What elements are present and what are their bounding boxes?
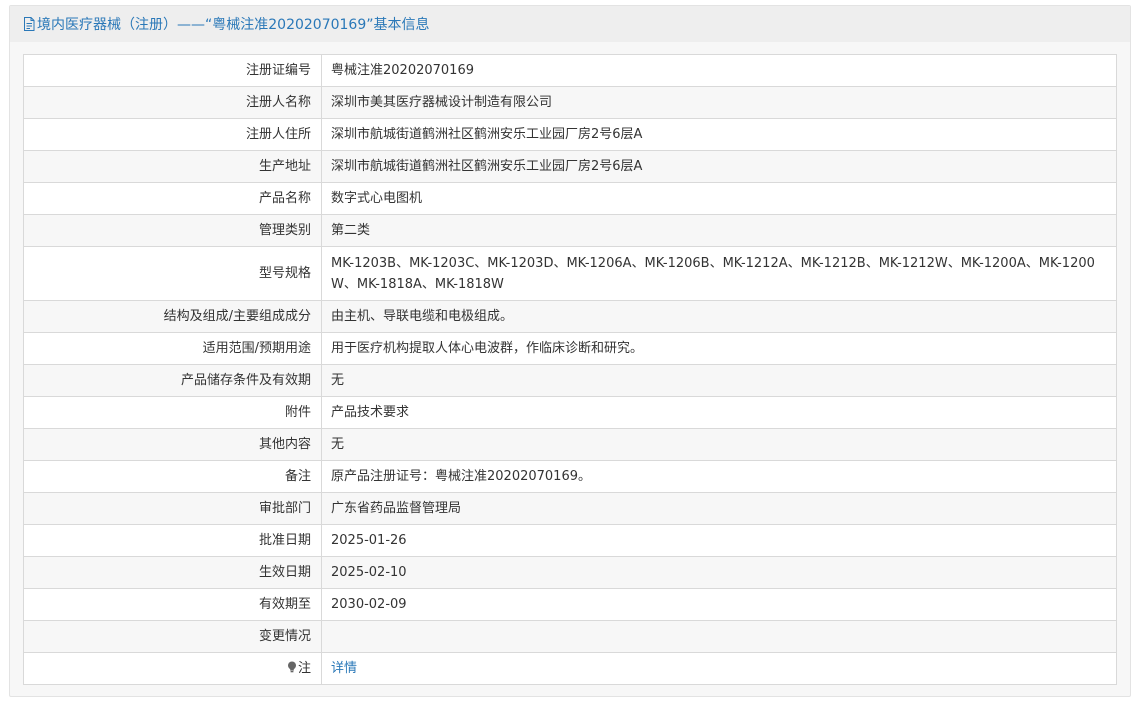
row-label: 生效日期 (23, 556, 322, 589)
table-row: 型号规格 MK-1203B、MK-1203C、MK-1203D、MK-1206A… (23, 246, 1117, 301)
row-value: 产品技术要求 (321, 396, 1117, 429)
table-row: 注册证编号 粤械注准20202070169 (23, 54, 1117, 87)
row-value: 深圳市航城街道鹤洲社区鹤洲安乐工业园厂房2号6层A (321, 150, 1117, 183)
row-label: 有效期至 (23, 588, 322, 621)
row-value: 用于医疗机构提取人体心电波群，作临床诊断和研究。 (321, 332, 1117, 365)
row-label: 产品名称 (23, 182, 322, 215)
table-row-note: 注 详情 (23, 652, 1117, 685)
page-title: 境内医疗器械（注册）——“粤械注准20202070169”基本信息 (37, 17, 430, 33)
row-label: 注册人名称 (23, 86, 322, 119)
row-value: 无 (321, 364, 1117, 397)
row-label: 审批部门 (23, 492, 322, 525)
table-row: 生效日期 2025-02-10 (23, 556, 1117, 589)
note-label-cell: 注 (23, 652, 322, 685)
row-value: 原产品注册证号：粤械注准20202070169。 (321, 460, 1117, 493)
table-row: 管理类别 第二类 (23, 214, 1117, 247)
row-label: 生产地址 (23, 150, 322, 183)
row-value: 2030-02-09 (321, 588, 1117, 621)
document-icon (23, 17, 35, 31)
row-value (321, 620, 1117, 653)
table-row: 产品储存条件及有效期 无 (23, 364, 1117, 397)
panel-header: 境内医疗器械（注册）——“粤械注准20202070169”基本信息 (10, 6, 1130, 42)
row-label: 附件 (23, 396, 322, 429)
table-row: 备注 原产品注册证号：粤械注准20202070169。 (23, 460, 1117, 493)
row-label: 其他内容 (23, 428, 322, 461)
info-panel: 境内医疗器械（注册）——“粤械注准20202070169”基本信息 注册证编号 … (9, 5, 1131, 697)
table-row: 批准日期 2025-01-26 (23, 524, 1117, 557)
note-value-cell: 详情 (321, 652, 1117, 685)
row-value: 广东省药品监督管理局 (321, 492, 1117, 525)
table-row: 审批部门 广东省药品监督管理局 (23, 492, 1117, 525)
row-label: 注册人住所 (23, 118, 322, 151)
row-value: 2025-01-26 (321, 524, 1117, 557)
table-row: 产品名称 数字式心电图机 (23, 182, 1117, 215)
bulb-icon (287, 659, 297, 673)
table-row: 生产地址 深圳市航城街道鹤洲社区鹤洲安乐工业园厂房2号6层A (23, 150, 1117, 183)
row-label: 批准日期 (23, 524, 322, 557)
row-label: 型号规格 (23, 246, 322, 301)
table-row: 注册人名称 深圳市美其医疗器械设计制造有限公司 (23, 86, 1117, 119)
table-row: 注册人住所 深圳市航城街道鹤洲社区鹤洲安乐工业园厂房2号6层A (23, 118, 1117, 151)
row-value: 粤械注准20202070169 (321, 54, 1117, 87)
row-value: 第二类 (321, 214, 1117, 247)
info-table: 注册证编号 粤械注准20202070169 注册人名称 深圳市美其医疗器械设计制… (23, 54, 1117, 685)
row-label: 管理类别 (23, 214, 322, 247)
row-label: 产品储存条件及有效期 (23, 364, 322, 397)
row-value: 数字式心电图机 (321, 182, 1117, 215)
row-label: 变更情况 (23, 620, 322, 653)
row-value: 深圳市航城街道鹤洲社区鹤洲安乐工业园厂房2号6层A (321, 118, 1117, 151)
row-value: 由主机、导联电缆和电极组成。 (321, 300, 1117, 333)
row-label: 备注 (23, 460, 322, 493)
row-label: 适用范围/预期用途 (23, 332, 322, 365)
table-row: 其他内容 无 (23, 428, 1117, 461)
details-link[interactable]: 详情 (331, 661, 357, 676)
row-label: 结构及组成/主要组成成分 (23, 300, 322, 333)
note-label: 注 (297, 661, 311, 676)
table-row: 有效期至 2030-02-09 (23, 588, 1117, 621)
row-label: 注册证编号 (23, 54, 322, 87)
table-row: 结构及组成/主要组成成分 由主机、导联电缆和电极组成。 (23, 300, 1117, 333)
table-row: 适用范围/预期用途 用于医疗机构提取人体心电波群，作临床诊断和研究。 (23, 332, 1117, 365)
row-value: 无 (321, 428, 1117, 461)
row-value: 2025-02-10 (321, 556, 1117, 589)
table-row: 附件 产品技术要求 (23, 396, 1117, 429)
info-table-container: 注册证编号 粤械注准20202070169 注册人名称 深圳市美其医疗器械设计制… (23, 54, 1117, 685)
table-row: 变更情况 (23, 620, 1117, 653)
row-value: MK-1203B、MK-1203C、MK-1203D、MK-1206A、MK-1… (321, 246, 1117, 301)
row-value: 深圳市美其医疗器械设计制造有限公司 (321, 86, 1117, 119)
